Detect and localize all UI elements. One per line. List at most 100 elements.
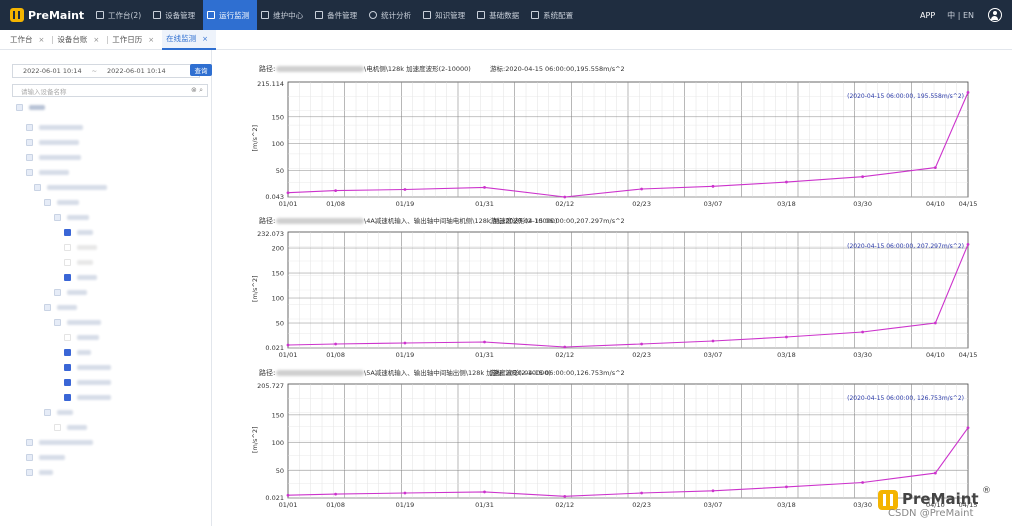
data-point[interactable] [334, 189, 337, 193]
tree-node-checkbox[interactable] [64, 258, 71, 266]
tree-node[interactable] [26, 437, 93, 447]
tree-node-checkbox[interactable] [26, 168, 33, 176]
tree-node[interactable] [26, 152, 81, 162]
nav-item-8[interactable]: 系统配置 [527, 0, 581, 30]
nav-item-2[interactable]: 运行监测 [203, 0, 258, 30]
lang-cn[interactable]: 中 [947, 11, 955, 20]
date-range-picker[interactable]: 2022-06-01 10:14 ~ 2022-06-01 10:14 [12, 64, 200, 78]
tree-node-checkbox[interactable] [26, 138, 33, 146]
tree-node-checkbox[interactable] [54, 213, 61, 221]
tree-node-checkbox[interactable] [54, 318, 61, 326]
data-point[interactable] [403, 341, 407, 345]
date-end[interactable]: 2022-06-01 10:14 [107, 67, 166, 75]
data-point[interactable] [483, 185, 486, 189]
tree-node-checkbox[interactable] [26, 438, 33, 446]
data-point[interactable] [334, 492, 337, 496]
data-point[interactable] [286, 493, 290, 497]
data-point[interactable] [483, 340, 486, 344]
tree-node[interactable] [26, 167, 69, 177]
tree-node-checkbox[interactable] [44, 198, 51, 206]
tree-node-checkbox[interactable] [64, 378, 71, 386]
data-point[interactable] [933, 471, 937, 475]
tree-node[interactable] [26, 467, 53, 477]
tree-node[interactable] [64, 257, 93, 267]
tab-close-icon[interactable]: × [202, 35, 208, 43]
tree-node-checkbox[interactable] [44, 303, 51, 311]
tree-node-checkbox[interactable] [64, 333, 71, 341]
tab-close-icon[interactable]: × [39, 36, 45, 44]
data-point[interactable] [334, 342, 337, 346]
data-point[interactable] [563, 345, 567, 349]
data-point[interactable] [711, 184, 715, 188]
tree-node-checkbox[interactable] [16, 103, 23, 111]
tree-node[interactable] [64, 362, 111, 372]
tree-node-checkbox[interactable] [54, 423, 61, 431]
data-point[interactable] [861, 175, 864, 179]
tab-2[interactable]: 工作日历 × [108, 30, 162, 50]
tree-node[interactable] [54, 317, 101, 327]
tree-node[interactable] [54, 287, 87, 297]
trend-charts-svg[interactable]: 路径: \电机侧\128k 加速度波形(2-10000) 游标:2020-04-15… [212, 50, 1012, 526]
tree-node[interactable] [54, 422, 87, 432]
data-point[interactable] [483, 490, 486, 494]
nav-item-0[interactable]: 工作台(2) [92, 0, 149, 30]
tree-node-checkbox[interactable] [34, 183, 41, 191]
lang-en[interactable]: EN [963, 11, 974, 20]
tree-node[interactable] [16, 102, 45, 112]
data-point[interactable] [286, 343, 290, 347]
tree-node[interactable] [34, 182, 107, 192]
tab-close-icon[interactable]: × [148, 36, 154, 44]
tree-node[interactable] [44, 197, 79, 207]
tree-node[interactable] [26, 452, 65, 462]
query-button[interactable]: 查询 [190, 64, 212, 76]
nav-item-3[interactable]: 维护中心 [257, 0, 311, 30]
tab-3[interactable]: 在线监测 × [162, 29, 216, 50]
nav-item-1[interactable]: 设备管理 [149, 0, 203, 30]
data-point[interactable] [785, 485, 788, 489]
tab-0[interactable]: 工作台 × [6, 30, 52, 50]
tree-node[interactable] [64, 332, 99, 342]
data-point[interactable] [966, 426, 970, 430]
tree-node-checkbox[interactable] [26, 153, 33, 161]
data-point[interactable] [966, 242, 970, 246]
tree-node[interactable] [64, 242, 97, 252]
tree-node-checkbox[interactable] [26, 453, 33, 461]
data-point[interactable] [640, 187, 643, 191]
data-point[interactable] [933, 166, 937, 170]
tree-node[interactable] [54, 212, 89, 222]
data-point[interactable] [785, 180, 788, 184]
tree-node[interactable] [26, 137, 79, 147]
tree-node-checkbox[interactable] [26, 468, 33, 476]
tree-node-checkbox[interactable] [54, 288, 61, 296]
device-search-input[interactable]: 请输入设备名称 ⊗ ⌕ [12, 84, 208, 97]
tree-node[interactable] [26, 122, 83, 132]
app-link[interactable]: APP [920, 11, 935, 20]
data-point[interactable] [403, 491, 407, 495]
data-point[interactable] [403, 188, 407, 191]
tree-node-checkbox[interactable] [44, 408, 51, 416]
data-point[interactable] [563, 195, 567, 199]
tree-node-checkbox[interactable] [64, 273, 71, 281]
data-point[interactable] [711, 489, 715, 493]
tree-node-checkbox[interactable] [64, 348, 71, 356]
tree-node[interactable] [64, 272, 97, 282]
data-point[interactable] [711, 339, 715, 343]
nav-item-4[interactable]: 备件管理 [311, 0, 365, 30]
nav-item-7[interactable]: 基础数据 [473, 0, 527, 30]
nav-item-5[interactable]: 统计分析 [365, 0, 419, 30]
tab-1[interactable]: 设备台账 × [53, 30, 107, 50]
tab-close-icon[interactable]: × [93, 36, 99, 44]
tree-node[interactable] [44, 407, 73, 417]
data-point[interactable] [785, 335, 788, 339]
nav-item-6[interactable]: 知识管理 [419, 0, 473, 30]
tree-node-checkbox[interactable] [26, 123, 33, 131]
date-start[interactable]: 2022-06-01 10:14 [23, 67, 82, 75]
tree-node[interactable] [64, 347, 91, 357]
data-point[interactable] [286, 191, 290, 195]
tree-node[interactable] [44, 302, 77, 312]
tree-node[interactable] [64, 392, 111, 402]
tree-node[interactable] [64, 377, 111, 387]
tree-node-checkbox[interactable] [64, 243, 71, 251]
language-switch[interactable]: 中 | EN [947, 10, 974, 21]
user-avatar-icon[interactable] [988, 8, 1002, 22]
